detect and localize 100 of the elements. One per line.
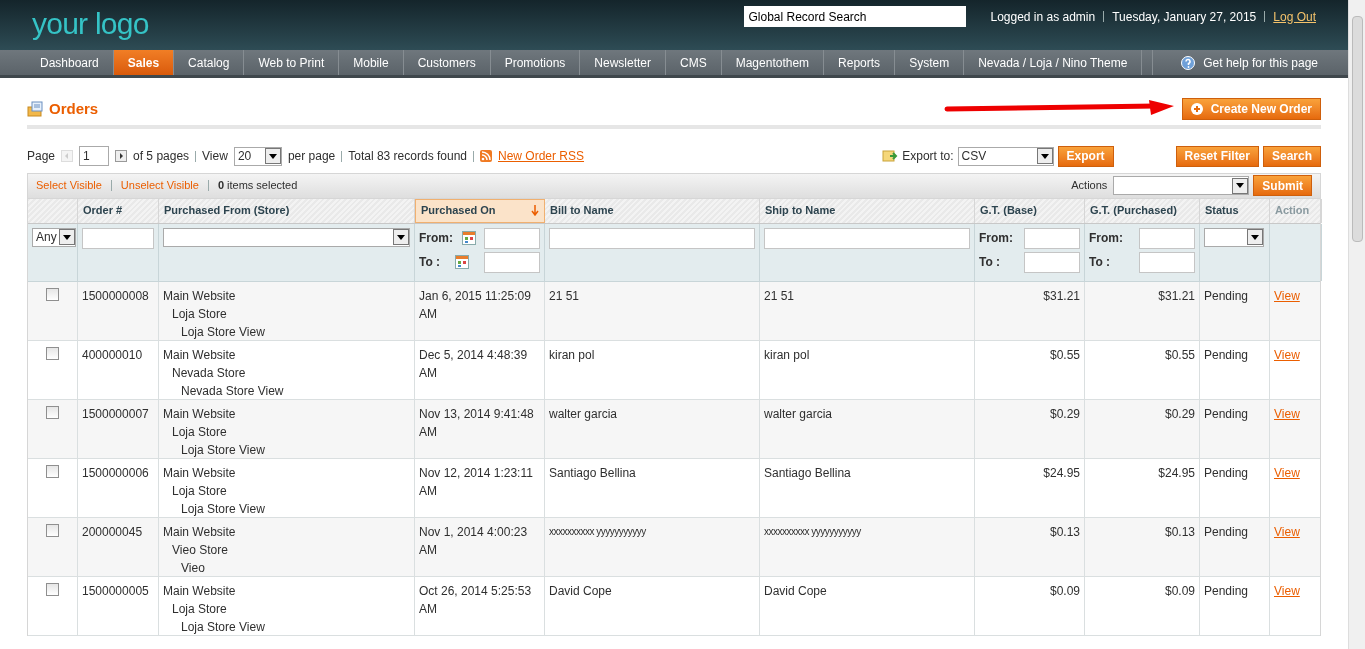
next-page-icon[interactable] [115, 150, 128, 162]
nav-item[interactable]: System [895, 50, 965, 75]
order-number: 200000045 [82, 524, 143, 539]
purchase-date: Oct 26, 2014 5:25:53 AM [419, 583, 532, 616]
page-title: Orders [49, 99, 99, 119]
caret-icon [63, 234, 71, 240]
ship-to-name: kiran pol [764, 347, 810, 362]
filter-label: From: [1089, 230, 1123, 247]
base-total: $0.55 [1049, 347, 1080, 362]
row-checkbox[interactable] [46, 582, 59, 596]
view-link[interactable]: View [1274, 524, 1300, 539]
actions-select[interactable] [1113, 176, 1250, 195]
filter-input[interactable] [484, 251, 540, 273]
nav-item[interactable]: Magentothem [721, 50, 825, 75]
column-header[interactable]: Order # [78, 198, 159, 223]
filter-select[interactable]: Any [32, 227, 76, 247]
filter-label: To : [1089, 254, 1111, 271]
filter-select[interactable] [163, 227, 410, 247]
filter-input[interactable] [549, 227, 755, 249]
actions-label: Actions [1071, 178, 1108, 194]
page-input[interactable]: 1 [79, 146, 110, 166]
orders-icon [27, 101, 43, 118]
store-name: Loja Store [171, 305, 228, 323]
row-checkbox[interactable] [46, 523, 59, 537]
store-name: Loja Store [171, 600, 228, 618]
order-status: Pending [1204, 347, 1249, 362]
store-name: Loja Store [171, 482, 228, 500]
view-link[interactable]: View [1274, 465, 1300, 480]
purchase-date: Nov 12, 2014 1:23:11 AM [419, 465, 533, 498]
row-checkbox[interactable] [46, 405, 59, 419]
global-search-field[interactable]: Global Record Search [744, 6, 967, 27]
help-link[interactable]: Get help for this page [1203, 53, 1318, 72]
order-status: Pending [1204, 406, 1249, 421]
export-icon [882, 149, 899, 163]
store-name: Main Website [163, 405, 237, 423]
purchased-total: $0.29 [1164, 406, 1195, 421]
calendar-icon[interactable] [455, 255, 470, 269]
caret-icon [268, 153, 277, 159]
select-visible-link[interactable]: Select Visible [36, 177, 102, 194]
row-checkbox[interactable] [46, 346, 59, 360]
nav-item[interactable]: Mobile [339, 50, 404, 75]
nav-item[interactable]: Catalog [174, 50, 245, 75]
filter-label: To : [979, 254, 1001, 271]
bill-to-name: xxxxxxxxxx yyyyyyyyyyy [549, 525, 646, 537]
purchased-total: $24.95 [1158, 465, 1195, 480]
caret-icon [1236, 183, 1245, 188]
rss-icon [480, 150, 492, 162]
filter-input[interactable] [1024, 227, 1080, 249]
logout-link[interactable]: Log Out [1273, 7, 1316, 26]
column-header[interactable]: G.T. (Base) [975, 198, 1085, 223]
column-header[interactable]: Purchased On [415, 198, 545, 223]
store-name: Main Website [163, 523, 237, 541]
base-total: $24.95 [1043, 465, 1080, 480]
order-status: Pending [1204, 288, 1249, 303]
view-link[interactable]: View [1274, 583, 1300, 598]
unselect-visible-link[interactable]: Unselect Visible [120, 177, 199, 194]
ship-to-name: Santiago Bellina [764, 465, 851, 480]
export-label: Export to: [902, 148, 954, 165]
nav-item[interactable]: Customers [403, 50, 491, 75]
nav-item[interactable]: Newsletter [580, 50, 667, 75]
filter-input[interactable] [1139, 227, 1195, 249]
export-format-select[interactable]: CSV [957, 146, 1054, 166]
view-link[interactable]: View [1274, 347, 1300, 362]
base-total: $0.13 [1049, 524, 1080, 539]
logged-in-text: Logged in as admin [990, 8, 1096, 26]
logo: your logo [32, 6, 149, 42]
scrollbar[interactable] [1348, 0, 1365, 649]
purchased-total: $0.09 [1164, 583, 1195, 598]
rss-link[interactable]: New Order RSS [498, 147, 585, 165]
nav-item[interactable]: Promotions [490, 50, 581, 75]
previous-page-icon[interactable] [61, 150, 74, 162]
column-header[interactable]: Bill to Name [545, 198, 760, 223]
view-link[interactable]: View [1274, 406, 1300, 421]
page-label: Page [27, 148, 56, 165]
column-header[interactable]: Ship to Name [760, 198, 975, 223]
nav-item[interactable]: Dashboard [26, 50, 114, 75]
filter-select[interactable] [1204, 227, 1264, 247]
column-header[interactable]: G.T. (Purchased) [1085, 198, 1200, 223]
calendar-icon[interactable] [461, 231, 476, 245]
caret-icon [397, 234, 405, 240]
page-count: of 5 pages [133, 148, 190, 165]
nav-item[interactable]: CMS [666, 50, 722, 75]
purchase-date: Dec 5, 2014 4:48:39 AM [419, 347, 528, 380]
filter-input[interactable] [484, 227, 540, 249]
nav-item[interactable]: Reports [824, 50, 896, 75]
filter-input[interactable] [82, 227, 154, 249]
filter-input[interactable] [764, 227, 970, 249]
per-page-select[interactable]: 20 [233, 146, 282, 166]
nav-item[interactable]: Nevada / Loja / Nino Theme [964, 50, 1143, 75]
row-checkbox[interactable] [46, 287, 59, 301]
per-page-label: per page [287, 148, 336, 165]
row-checkbox[interactable] [46, 464, 59, 478]
view-link[interactable]: View [1274, 288, 1300, 303]
nav-item[interactable]: Sales [113, 50, 175, 75]
filter-input[interactable] [1139, 251, 1195, 273]
base-total: $0.29 [1049, 406, 1080, 421]
filter-input[interactable] [1024, 251, 1080, 273]
nav-item[interactable]: Web to Print [244, 50, 340, 75]
order-number: 1500000005 [82, 583, 149, 598]
column-header[interactable]: Status [1200, 198, 1270, 223]
